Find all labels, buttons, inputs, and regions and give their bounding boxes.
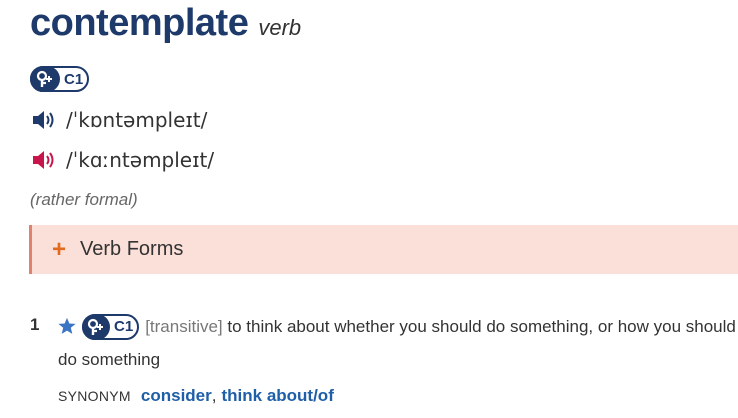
speaker-icon[interactable] [32, 149, 58, 171]
synonym-label: SYNONYM [58, 388, 131, 404]
part-of-speech: verb [258, 15, 302, 40]
pronunciation-us: /ˈkɑːntəmpleɪt/ [32, 148, 214, 172]
synonym-link-consider[interactable]: consider [141, 386, 212, 406]
register-label: (rather formal) [30, 190, 138, 209]
level-label: C1 [114, 318, 134, 335]
grammar-label: [transitive] [145, 317, 223, 336]
synonym-row: SYNONYM consider, think about/of [58, 386, 334, 406]
sense-number: 1 [30, 315, 40, 334]
key-icon [30, 66, 60, 92]
plus-icon: + [52, 235, 67, 263]
headword: contemplate [30, 2, 249, 44]
level-label: C1 [64, 70, 84, 88]
synonym-separator: , [211, 386, 217, 405]
ipa-us: /ˈkɑːntəmpleɪt/ [66, 148, 215, 172]
pronunciation-uk: /ˈkɒntəmpleɪt/ [32, 108, 207, 132]
star-icon [58, 315, 76, 345]
verb-forms-toggle[interactable]: + Verb Forms [29, 225, 738, 274]
level-badge[interactable]: C1 [30, 66, 90, 92]
sense-body: C1 [transitive] to think about whether yo… [58, 312, 738, 375]
speaker-icon[interactable] [32, 109, 58, 131]
key-icon [82, 314, 110, 340]
synonym-link-think-about[interactable]: think about/of [221, 386, 333, 406]
headword-row: contemplate verb [30, 2, 301, 45]
level-badge[interactable]: C1 [82, 314, 140, 340]
ipa-uk: /ˈkɒntəmpleɪt/ [66, 108, 208, 132]
verb-forms-label: Verb Forms [80, 238, 184, 260]
